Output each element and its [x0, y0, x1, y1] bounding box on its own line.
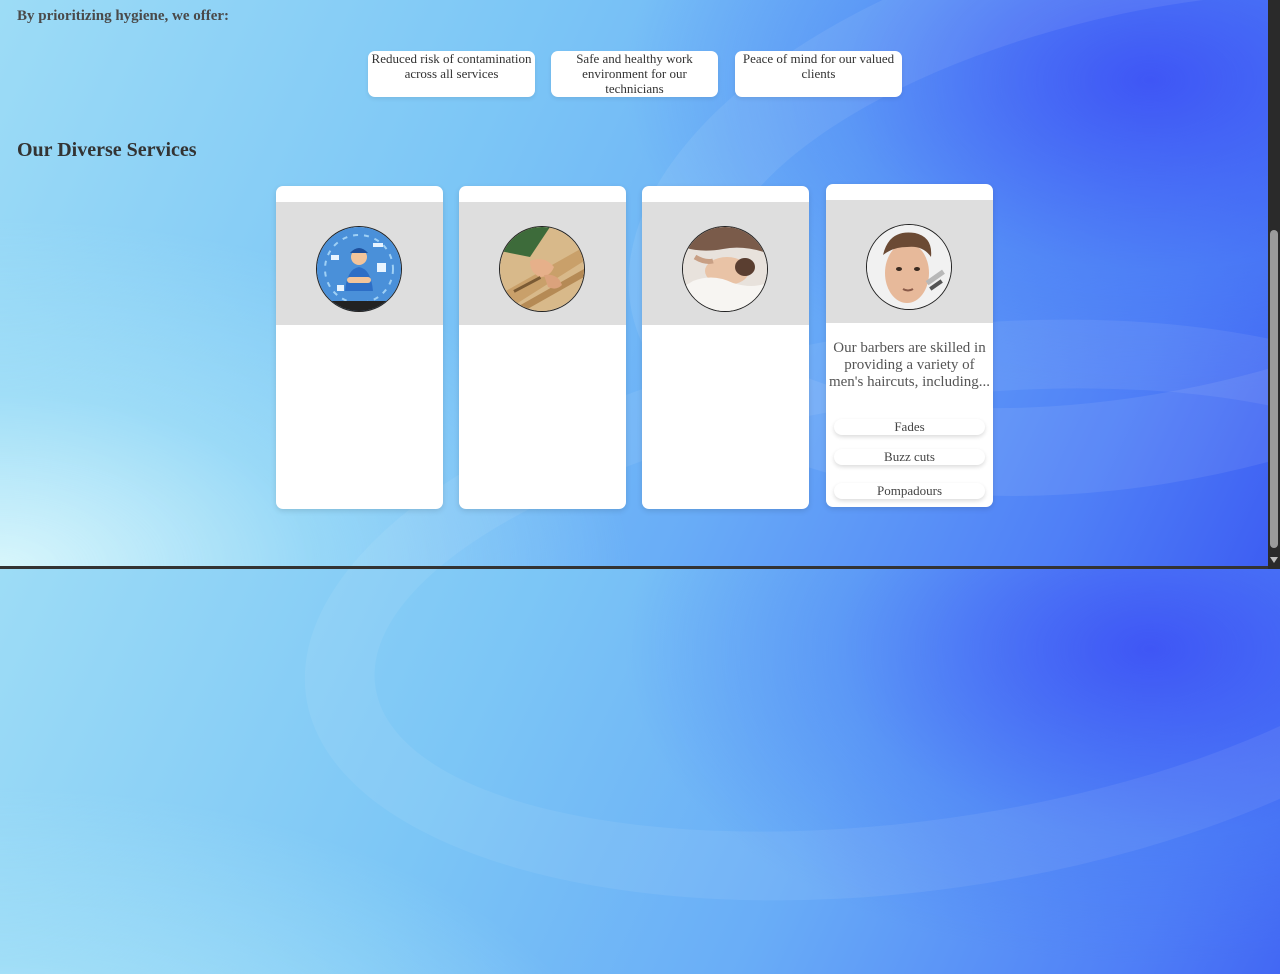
scrollbar-thumb[interactable]: [1270, 230, 1278, 548]
services-section-title: Our Diverse Services: [17, 139, 197, 161]
service-card-description: Our barbers are skilled in providing a v…: [828, 340, 990, 390]
service-option-fades[interactable]: Fades: [834, 419, 985, 435]
scroll-down-arrow-icon[interactable]: [1270, 557, 1278, 563]
service-option-buzz-cuts[interactable]: Buzz cuts: [834, 449, 985, 465]
service-card-media: [276, 202, 443, 325]
benefit-card-peace-of-mind: Peace of mind for our valued clients: [735, 51, 902, 97]
service-option-pompadours[interactable]: Pompadours: [834, 483, 985, 499]
service-card-carpentry[interactable]: [459, 186, 626, 509]
barber-shaving-image: [866, 224, 952, 310]
service-card-plumbing[interactable]: [276, 186, 443, 509]
service-card-barber[interactable]: Our barbers are skilled in providing a v…: [826, 184, 993, 507]
benefit-card-work-environment: Safe and healthy work environment for ou…: [551, 51, 718, 97]
carpentry-image: [499, 226, 585, 312]
spa-massage-image: [682, 226, 768, 312]
hygiene-intro-text: By prioritizing hygiene, we offer:: [17, 8, 230, 24]
service-card-spa[interactable]: [642, 186, 809, 509]
service-card-media: [826, 200, 993, 323]
benefit-card-contamination: Reduced risk of contamination across all…: [368, 51, 535, 97]
page-scrollbar[interactable]: [1268, 0, 1280, 569]
plumbing-technician-image: [316, 226, 402, 312]
service-card-media: [642, 202, 809, 325]
service-card-media: [459, 202, 626, 325]
